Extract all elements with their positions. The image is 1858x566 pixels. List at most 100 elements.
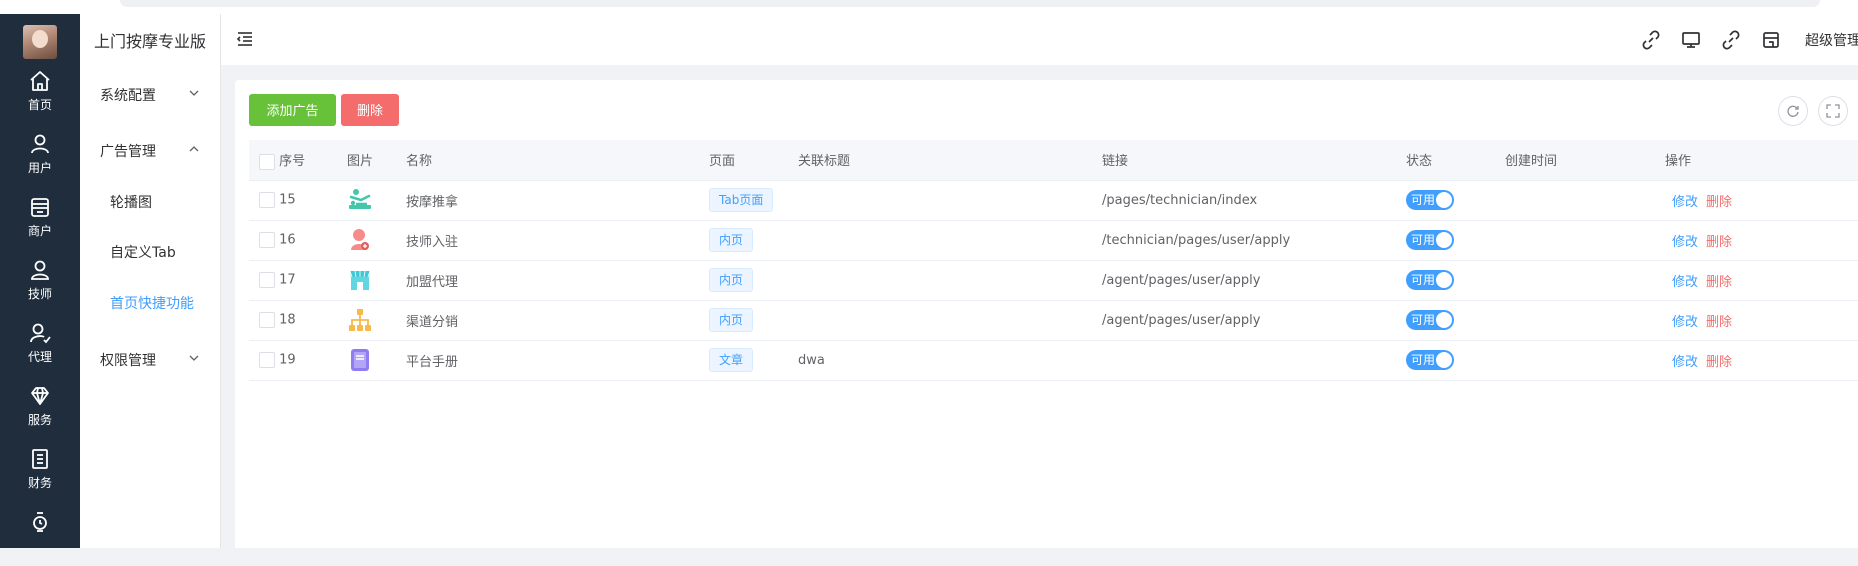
table-row: 16 技师入驻 内页 /technician/pages/user/apply … <box>249 220 1858 261</box>
diamond-icon <box>31 387 49 405</box>
address-bar <box>120 0 1820 7</box>
header-related-title: 关联标题 <box>798 140 1102 181</box>
rail-item-service[interactable]: 服务 <box>0 378 80 440</box>
header-image: 图片 <box>347 140 406 181</box>
fullscreen-icon <box>1826 104 1840 118</box>
avatar[interactable] <box>23 25 57 59</box>
row-name: 按摩推拿 <box>406 180 709 221</box>
row-link: /pages/technician/index <box>1102 180 1406 221</box>
rail-item-finance[interactable]: 财务 <box>0 441 80 503</box>
chevron-up-icon <box>189 146 199 152</box>
rail-item-label: 首页 <box>27 98 52 112</box>
watch-icon <box>33 512 47 532</box>
refresh-icon <box>1787 105 1799 117</box>
rail-item-label: 商户 <box>27 224 52 238</box>
status-switch[interactable]: 可用 <box>1406 270 1454 290</box>
delete-link[interactable]: 删除 <box>1706 315 1732 330</box>
page-tag: 文章 <box>709 348 754 372</box>
ad-table: 序号 图片 名称 页面 关联标题 链接 状态 创建时间 操作 15 按摩推拿 T… <box>249 140 1858 381</box>
page-tag: 内页 <box>709 268 754 292</box>
batch-delete-button[interactable]: 删除 <box>341 94 399 126</box>
table-row: 19 平台手册 文章 dwa 可用 修改 删除 <box>249 340 1858 381</box>
row-link: /agent/pages/user/apply <box>1102 260 1406 301</box>
row-checkbox[interactable] <box>259 232 275 248</box>
row-created-time <box>1505 260 1665 301</box>
link-icon[interactable] <box>1641 30 1661 50</box>
store-icon[interactable] <box>1761 30 1781 50</box>
header-status: 状态 <box>1406 140 1505 181</box>
delete-link[interactable]: 删除 <box>1706 275 1732 290</box>
home-icon <box>30 71 50 91</box>
menu-group-system-config[interactable]: 系统配置 <box>80 79 220 109</box>
chevron-down-icon <box>189 355 199 361</box>
technician-join-icon <box>351 229 369 250</box>
row-id: 15 <box>279 192 296 208</box>
row-link <box>1102 340 1406 381</box>
header-page: 页面 <box>709 140 798 181</box>
row-checkbox[interactable] <box>259 192 275 208</box>
primary-sidebar: 首页 用户 商户 技师 代理 服务 财务 <box>0 14 80 548</box>
header-created-time: 创建时间 <box>1505 140 1665 181</box>
rail-item-more[interactable] <box>0 504 80 566</box>
delete-link[interactable]: 删除 <box>1706 235 1732 250</box>
menu-group-label: 广告管理 <box>100 144 156 160</box>
chevron-down-icon <box>189 90 199 96</box>
agent-icon <box>30 323 51 344</box>
app-title: 上门按摩专业版 <box>94 32 207 51</box>
rail-item-label: 技师 <box>27 287 52 301</box>
row-name: 平台手册 <box>406 340 709 381</box>
delete-link[interactable]: 删除 <box>1706 195 1732 210</box>
row-name: 渠道分销 <box>406 300 709 341</box>
row-id: 19 <box>279 352 296 368</box>
row-checkbox[interactable] <box>259 352 275 368</box>
rail-item-home[interactable]: 首页 <box>0 63 80 125</box>
page-tag: 内页 <box>709 228 754 252</box>
status-switch[interactable]: 可用 <box>1406 190 1454 210</box>
row-created-time <box>1505 180 1665 221</box>
row-id: 17 <box>279 272 296 288</box>
channel-tree-icon <box>349 309 371 331</box>
rail-item-technician[interactable]: 技师 <box>0 252 80 314</box>
rail-item-shop[interactable]: 商户 <box>0 189 80 251</box>
edit-link[interactable]: 修改 <box>1672 195 1698 210</box>
rail-item-user[interactable]: 用户 <box>0 126 80 188</box>
delete-link[interactable]: 删除 <box>1706 355 1732 370</box>
monitor-icon[interactable] <box>1681 30 1701 50</box>
menu-group-ad-management[interactable]: 广告管理 <box>80 135 220 165</box>
menu-item-carousel[interactable]: 轮播图 <box>110 192 152 212</box>
fullscreen-button[interactable] <box>1818 96 1848 126</box>
refresh-button[interactable] <box>1778 96 1808 126</box>
status-switch[interactable]: 可用 <box>1406 230 1454 250</box>
edit-link[interactable]: 修改 <box>1672 355 1698 370</box>
status-switch[interactable]: 可用 <box>1406 310 1454 330</box>
status-label: 可用 <box>1411 353 1436 367</box>
status-label: 可用 <box>1411 313 1436 327</box>
status-label: 可用 <box>1411 273 1436 287</box>
status-label: 可用 <box>1411 233 1436 247</box>
select-all-checkbox[interactable] <box>259 153 275 170</box>
row-related-title: dwa <box>798 340 1102 381</box>
row-related-title <box>798 260 1102 301</box>
menu-item-quick-functions[interactable]: 首页快捷功能 <box>110 293 194 313</box>
edit-link[interactable]: 修改 <box>1672 275 1698 290</box>
edit-link[interactable]: 修改 <box>1672 315 1698 330</box>
row-related-title <box>798 220 1102 261</box>
add-ad-button[interactable]: 添加广告 <box>249 94 336 126</box>
link-icon[interactable] <box>1721 30 1741 50</box>
row-checkbox[interactable] <box>259 272 275 288</box>
row-checkbox[interactable] <box>259 312 275 328</box>
edit-link[interactable]: 修改 <box>1672 235 1698 250</box>
finance-icon <box>32 449 48 469</box>
shop-icon <box>31 198 49 217</box>
table-header-row: 序号 图片 名称 页面 关联标题 链接 状态 创建时间 操作 <box>249 140 1858 181</box>
menu-fold-icon[interactable] <box>236 31 254 47</box>
rail-item-agent[interactable]: 代理 <box>0 315 80 377</box>
row-related-title <box>798 300 1102 341</box>
status-switch[interactable]: 可用 <box>1406 350 1454 370</box>
menu-group-label: 权限管理 <box>100 353 156 369</box>
menu-group-permissions[interactable]: 权限管理 <box>80 344 220 374</box>
menu-item-custom-tab[interactable]: 自定义Tab <box>110 242 176 262</box>
user-name[interactable]: 超级管理 <box>1805 30 1858 50</box>
header-name: 名称 <box>406 140 709 181</box>
row-id: 16 <box>279 232 296 248</box>
